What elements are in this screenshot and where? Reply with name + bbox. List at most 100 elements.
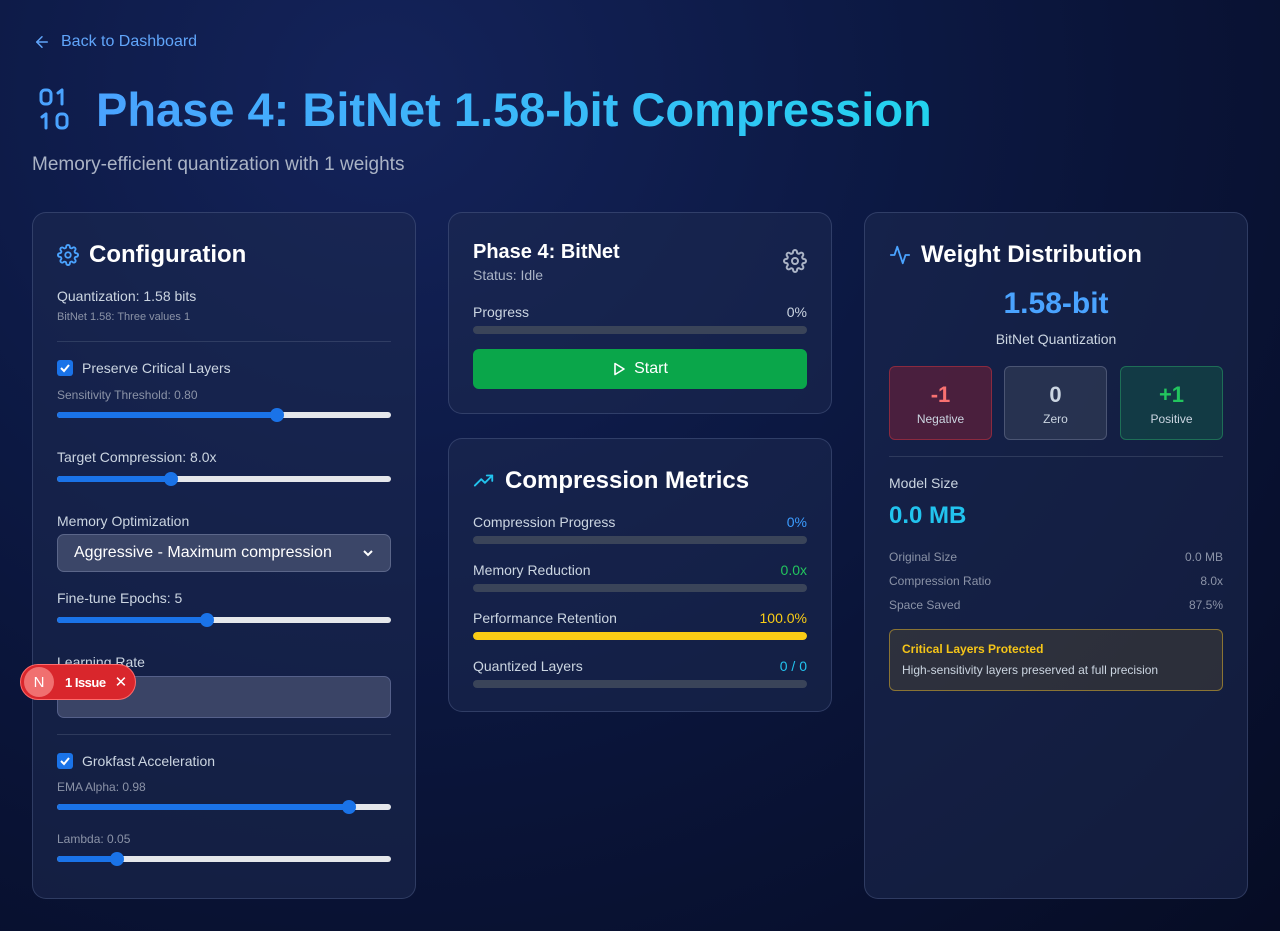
phase-card: Phase 4: BitNet Status: Idle Progress 0%… bbox=[448, 212, 832, 414]
critical-layers-title: Critical Layers Protected bbox=[902, 642, 1044, 656]
metric-row: Memory Reduction 0.0x bbox=[473, 562, 807, 578]
slider-fill bbox=[57, 804, 350, 810]
page-title: Phase 4: BitNet 1.58-bit Compression bbox=[96, 83, 932, 136]
metric-label: Memory Reduction bbox=[473, 562, 591, 578]
weight-distribution-card: Weight Distribution 1.58-bit BitNet Quan… bbox=[864, 212, 1248, 899]
configuration-card: Configuration Quantization: 1.58 bits Bi… bbox=[32, 212, 416, 899]
ema-alpha-slider[interactable] bbox=[57, 800, 391, 814]
slider-thumb[interactable] bbox=[342, 800, 357, 814]
weight-title: Weight Distribution bbox=[889, 241, 1142, 269]
settings-icon[interactable] bbox=[783, 249, 807, 273]
model-size-label: Model Size bbox=[889, 475, 959, 491]
stat-value: 8.0x bbox=[1200, 574, 1223, 588]
critical-layers-desc: High-sensitivity layers preserved at ful… bbox=[902, 663, 1159, 677]
metric-value: 0 / 0 bbox=[779, 658, 807, 674]
metric-row: Compression Progress 0% bbox=[473, 514, 807, 530]
slider-thumb[interactable] bbox=[270, 408, 285, 422]
lambda-slider[interactable] bbox=[57, 852, 391, 866]
gear-icon bbox=[57, 244, 79, 266]
sensitivity-label: Sensitivity Threshold: 0.80 bbox=[57, 388, 198, 402]
stat-value: 87.5% bbox=[1188, 598, 1223, 612]
epochs-slider[interactable] bbox=[57, 613, 391, 627]
metric-value: 100.0% bbox=[759, 610, 807, 626]
quantization-label: Quantization: 1.58 bits bbox=[57, 288, 197, 304]
metric-label: Performance Retention bbox=[473, 610, 617, 626]
slider-fill bbox=[57, 412, 278, 418]
metric-value: 0% bbox=[786, 514, 807, 530]
phase-title: Phase 4: BitNet bbox=[473, 241, 620, 263]
weight-positive-label: Positive bbox=[1150, 412, 1193, 426]
back-to-dashboard-link[interactable]: Back to Dashboard bbox=[33, 33, 197, 51]
slider-fill bbox=[57, 476, 171, 482]
divider bbox=[57, 341, 391, 342]
memory-optimization-value: Aggressive - Maximum compression bbox=[74, 544, 332, 561]
metric-bar bbox=[473, 632, 807, 640]
slider-fill bbox=[57, 617, 208, 623]
sensitivity-slider[interactable] bbox=[57, 408, 391, 422]
slider-fill bbox=[57, 856, 118, 862]
epochs-label: Fine-tune Epochs: 5 bbox=[57, 590, 183, 606]
target-compression-label: Target Compression: 8.0x bbox=[57, 449, 217, 465]
weight-zero-value: 0 bbox=[1049, 382, 1062, 407]
play-icon bbox=[614, 362, 625, 376]
metric-bar bbox=[473, 680, 807, 688]
chevron-down-icon bbox=[363, 550, 373, 557]
stat-label: Compression Ratio bbox=[889, 574, 992, 588]
memory-optimization-label: Memory Optimization bbox=[57, 513, 190, 529]
slider-thumb[interactable] bbox=[110, 852, 125, 866]
metric-bar bbox=[473, 584, 807, 592]
stat-label: Original Size bbox=[889, 550, 958, 564]
slider-thumb[interactable] bbox=[200, 613, 215, 627]
lambda-label: Lambda: 0.05 bbox=[57, 832, 131, 846]
checkbox-checked-icon[interactable] bbox=[57, 360, 73, 376]
model-size-value: 0.0 MB bbox=[889, 502, 967, 529]
configuration-title-text: Configuration bbox=[89, 241, 247, 268]
activity-icon bbox=[889, 245, 911, 265]
quantization-sub: BitNet 1.58: Three values 1 bbox=[57, 311, 191, 323]
stat-value: 0.0 MB bbox=[1184, 550, 1223, 564]
start-label: Start bbox=[634, 360, 668, 377]
page-subtitle: Memory-efficient quantization with 1 wei… bbox=[32, 154, 405, 175]
weight-zero-box: 0 Zero bbox=[1004, 366, 1107, 440]
memory-optimization-select[interactable]: Aggressive - Maximum compression bbox=[57, 534, 391, 572]
grokfast-checkbox[interactable]: Grokfast Acceleration bbox=[57, 753, 215, 769]
issue-badge-label: 1 Issue bbox=[65, 674, 106, 690]
metric-row: Performance Retention 100.0% bbox=[473, 610, 807, 626]
progress-value: 0% bbox=[786, 304, 807, 320]
bits-sub: BitNet Quantization bbox=[995, 331, 1117, 347]
start-button[interactable]: Start bbox=[473, 349, 807, 389]
stat-row: Original Size 0.0 MB bbox=[889, 550, 1223, 564]
stat-row: Space Saved 87.5% bbox=[889, 598, 1223, 612]
bits-value: 1.58-bit bbox=[1003, 287, 1109, 320]
metric-label: Compression Progress bbox=[473, 514, 616, 530]
issue-badge-logo: N bbox=[24, 667, 54, 697]
grokfast-label: Grokfast Acceleration bbox=[82, 753, 216, 769]
progress-row: Progress 0% bbox=[473, 304, 807, 320]
preserve-critical-checkbox[interactable]: Preserve Critical Layers bbox=[57, 360, 231, 376]
critical-layers-notice: Critical Layers Protected High-sensitivi… bbox=[889, 629, 1223, 691]
back-label: Back to Dashboard bbox=[61, 33, 198, 50]
configuration-title: Configuration bbox=[57, 241, 246, 269]
arrow-left-icon bbox=[36, 36, 48, 48]
phase-status: Status: Idle bbox=[473, 267, 544, 283]
weight-negative-box: -1 Negative bbox=[889, 366, 992, 440]
weight-zero-label: Zero bbox=[1043, 412, 1068, 426]
slider-thumb[interactable] bbox=[163, 472, 178, 486]
metric-bar-fill bbox=[473, 632, 807, 640]
metric-value: 0.0x bbox=[780, 562, 807, 578]
stat-row: Compression Ratio 8.0x bbox=[889, 574, 1223, 588]
weight-positive-box: +1 Positive bbox=[1120, 366, 1223, 440]
target-compression-slider[interactable] bbox=[57, 472, 391, 486]
stat-label: Space Saved bbox=[889, 598, 961, 612]
checkbox-checked-icon[interactable] bbox=[57, 753, 73, 769]
divider bbox=[57, 734, 391, 735]
issue-badge[interactable]: N 1 Issue ✕ bbox=[20, 664, 136, 700]
close-icon[interactable]: ✕ bbox=[115, 673, 128, 691]
trending-up-icon bbox=[473, 474, 494, 487]
divider bbox=[889, 456, 1223, 457]
metric-label: Quantized Layers bbox=[473, 658, 583, 674]
metric-bar bbox=[473, 536, 807, 544]
ema-alpha-label: EMA Alpha: 0.98 bbox=[57, 780, 146, 794]
metrics-title: Compression Metrics bbox=[473, 467, 749, 495]
weight-title-text: Weight Distribution bbox=[921, 241, 1142, 268]
